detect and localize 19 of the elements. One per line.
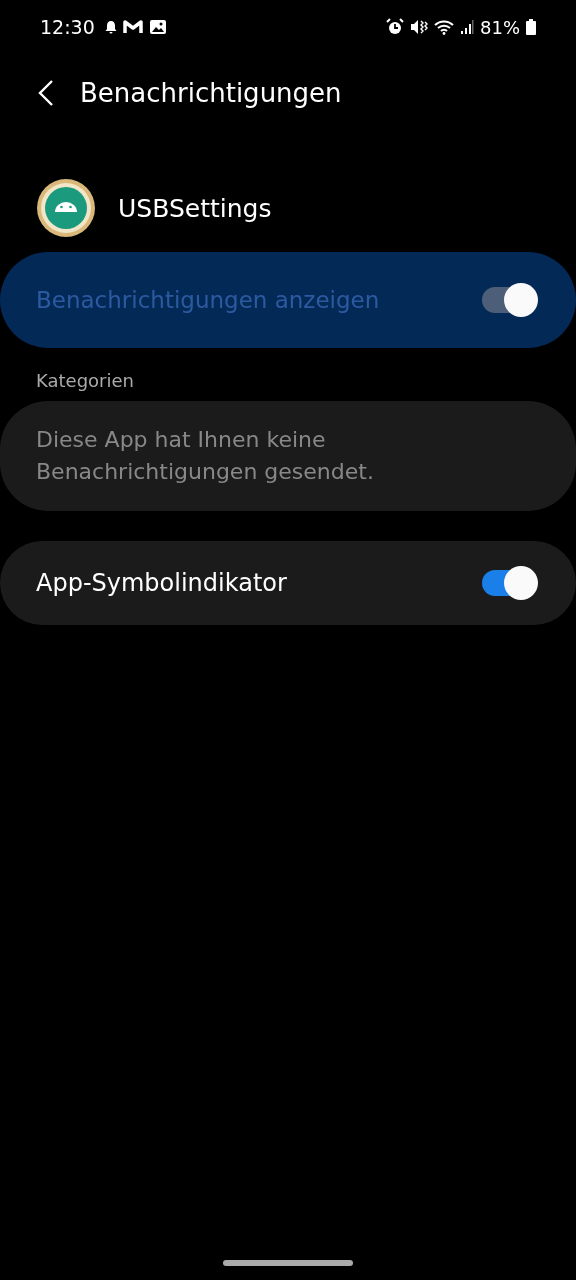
empty-message: Diese App hat Ihnen keine Benachrichtigungen gesendet. [36, 426, 375, 486]
status-time: 12:30 [40, 16, 95, 38]
app-icon [36, 178, 96, 238]
battery-level: 81% [480, 16, 520, 38]
battery-icon [526, 19, 536, 35]
app-name: USBSettings [118, 193, 272, 223]
wifi-icon [434, 19, 454, 35]
mail-icon [122, 19, 143, 35]
mute-vibrate-icon [410, 19, 428, 35]
bell-icon [104, 20, 117, 34]
signal-icon [460, 19, 474, 35]
alarm-icon [386, 18, 404, 36]
image-icon [148, 19, 167, 35]
setting-row[interactable]: App-Symbolindikator [0, 541, 576, 625]
section-heading: Kategorien [35, 369, 135, 393]
back-icon[interactable] [38, 79, 54, 107]
switch-label: Benachrichtigungen anzeigen [36, 287, 380, 313]
setting-label: App-Symbolindikator [36, 569, 287, 597]
page-title: Benachrichtigungen [80, 78, 342, 108]
